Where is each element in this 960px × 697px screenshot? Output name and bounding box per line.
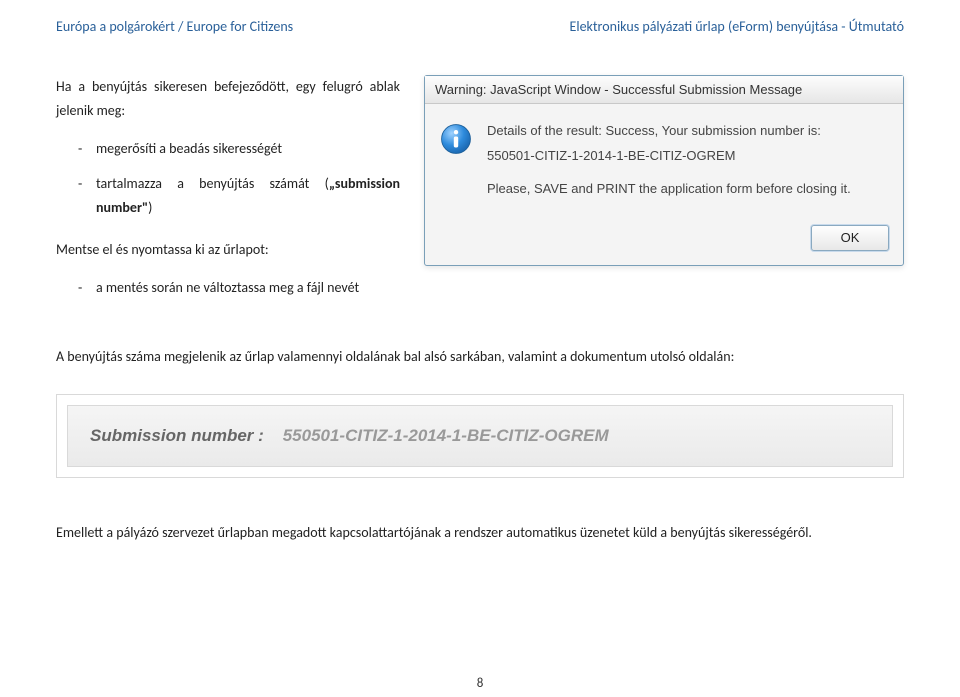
javascript-warning-dialog: Warning: JavaScript Window - Successful … bbox=[424, 75, 904, 266]
auto-message-text: Emellett a pályázó szervezet űrlapban me… bbox=[56, 522, 904, 544]
dialog-text: Details of the result: Success, Your sub… bbox=[487, 122, 889, 205]
dialog-line3: Please, SAVE and PRINT the application f… bbox=[487, 180, 889, 199]
save-print-intro: Mentse el és nyomtassa ki az űrlapot: bbox=[56, 238, 400, 262]
submission-banner-frame: Submission number : 550501-CITIZ-1-2014-… bbox=[56, 394, 904, 478]
list-item: megerősíti a beadás sikerességét bbox=[78, 137, 400, 161]
submission-number-banner: Submission number : 550501-CITIZ-1-2014-… bbox=[67, 405, 893, 467]
header-left: Európa a polgárokért / Europe for Citize… bbox=[56, 18, 293, 35]
submission-label: Submission number : bbox=[90, 426, 264, 445]
list-item: a mentés során ne változtassa meg a fájl… bbox=[78, 276, 400, 300]
list-item: tartalmazza a benyújtás számát („submiss… bbox=[78, 172, 400, 220]
dialog-line1: Details of the result: Success, Your sub… bbox=[487, 122, 889, 141]
ok-button[interactable]: OK bbox=[811, 225, 889, 251]
page-number: 8 bbox=[0, 676, 960, 691]
header-right: Elektronikus pályázati űrlap (eForm) ben… bbox=[570, 18, 904, 35]
submission-value: 550501-CITIZ-1-2014-1-BE-CITIZ-OGREM bbox=[283, 426, 609, 445]
list-item-suffix: ) bbox=[148, 199, 152, 216]
dialog-submission-number: 550501-CITIZ-1-2014-1-BE-CITIZ-OGREM bbox=[487, 147, 889, 166]
document-header: Európa a polgárokért / Europe for Citize… bbox=[56, 18, 904, 35]
intro-paragraph: Ha a benyújtás sikeresen befejeződött, e… bbox=[56, 75, 400, 123]
confirmation-list: megerősíti a beadás sikerességét tartalm… bbox=[56, 137, 400, 220]
info-icon bbox=[439, 122, 473, 156]
submission-location-text: A benyújtás száma megjelenik az űrlap va… bbox=[56, 346, 904, 368]
save-print-list: a mentés során ne változtassa meg a fájl… bbox=[56, 276, 400, 300]
dialog-title: Warning: JavaScript Window - Successful … bbox=[425, 76, 903, 104]
list-item-prefix: tartalmazza a benyújtás számát ( bbox=[96, 175, 329, 192]
